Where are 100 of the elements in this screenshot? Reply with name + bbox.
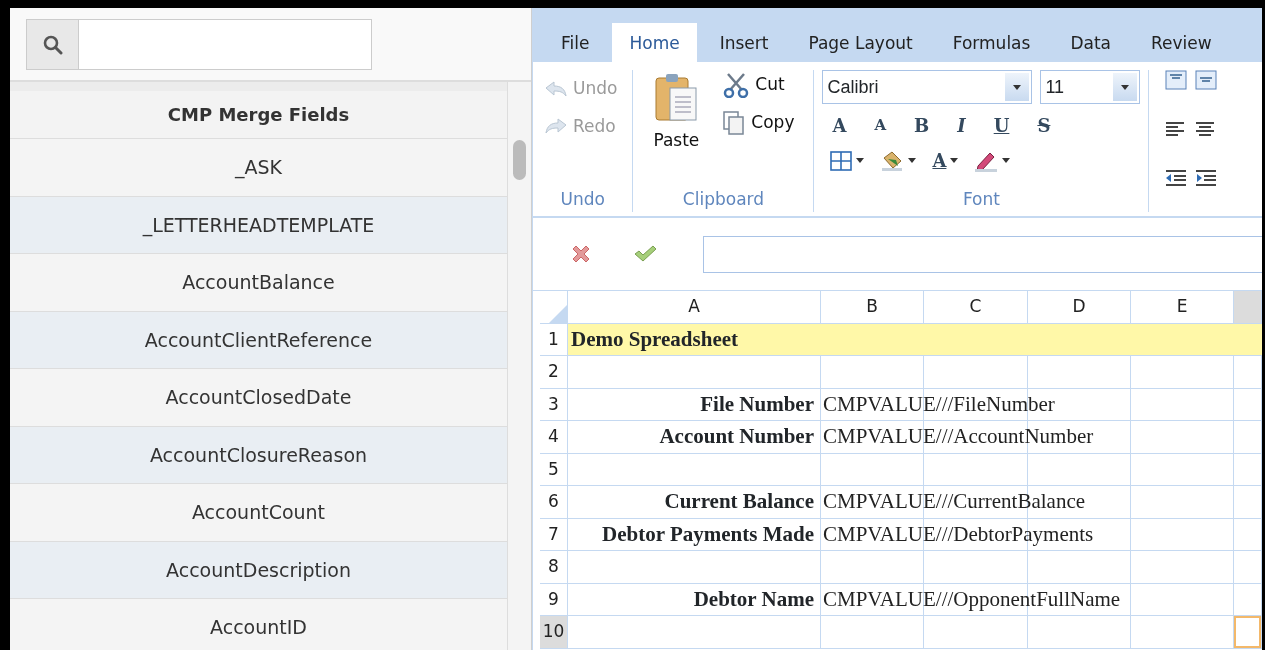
grid-cell[interactable]: Current Balance [568,486,821,519]
merge-field-item[interactable]: AccountClosureReason [10,426,507,484]
merge-field-item[interactable]: AccountClientReference [10,311,507,369]
column-header[interactable]: C [924,291,1028,324]
dropdown-caret-icon[interactable] [856,158,865,163]
merge-field-item[interactable]: AccountBalance [10,254,507,312]
ribbon-tab[interactable]: Page Layout [791,22,930,62]
row-header[interactable]: 7 [540,518,568,551]
copy-button[interactable]: Copy [719,108,799,138]
grid-cell[interactable] [568,356,821,389]
grid-cell[interactable] [1131,616,1234,649]
dropdown-caret-icon[interactable] [1002,158,1011,163]
grid-cell[interactable] [1131,356,1234,389]
row-header[interactable]: 2 [540,356,568,389]
font-name-select[interactable]: Calibri [822,70,1033,104]
grid-cell[interactable]: Debtor Payments Made [568,518,821,551]
grid-cell[interactable] [1234,453,1262,486]
ribbon-tab[interactable]: Review [1134,22,1229,62]
align-center-icon[interactable] [1195,121,1216,138]
align-top-icon[interactable] [1165,70,1188,90]
grid-cell[interactable]: File Number [568,388,821,421]
cell-value[interactable]: CMPVALUE///FileNumber [821,388,1262,421]
grid-cell[interactable] [1131,453,1234,486]
grid-cell[interactable]: Account Number [568,421,821,454]
column-header[interactable]: A [568,291,821,324]
align-left-icon[interactable] [1165,121,1186,138]
ribbon-tab[interactable]: File [544,22,607,62]
underline-button[interactable]: U [987,112,1016,139]
grid-cell[interactable] [821,551,924,584]
grid-cell[interactable] [924,356,1028,389]
merge-field-item[interactable]: AccountDescription [10,541,507,599]
select-all-corner-icon[interactable] [549,304,567,323]
merge-field-item[interactable]: AccountClosedDate [10,369,507,427]
paint-bucket-icon[interactable] [880,149,905,172]
indent-icon[interactable] [1195,168,1218,189]
scrollbar-thumb[interactable] [513,140,526,180]
formula-input[interactable] [703,235,1262,273]
merge-field-item[interactable]: AccountCount [10,484,507,542]
column-header[interactable]: B [821,291,924,324]
merge-field-item[interactable]: _LETTERHEADTEMPLATE [10,196,507,254]
row-header[interactable]: 4 [540,421,568,454]
grid-cell[interactable] [1234,551,1262,584]
grid-cell[interactable] [821,616,924,649]
group-label: Font [961,187,1001,211]
font-color-button[interactable]: A [932,147,947,174]
merge-field-item[interactable]: AccountID [10,599,507,650]
search-field[interactable] [26,19,372,70]
row-header[interactable]: 6 [540,486,568,519]
row-header[interactable]: 1 [540,323,568,356]
borders-icon[interactable] [830,150,853,171]
cell-value[interactable]: CMPVALUE///CurrentBalance [821,486,1262,519]
grid-cell[interactable] [1028,616,1131,649]
dropdown-caret-icon [1013,84,1022,90]
font-size-select[interactable]: 11 [1040,70,1141,104]
field-label: Debtor Name [693,585,814,613]
column-header[interactable]: D [1028,291,1131,324]
row-header[interactable]: 10 [540,616,568,649]
active-cell[interactable] [1234,616,1262,649]
grid-cell[interactable] [924,616,1028,649]
grid-cell[interactable] [1131,551,1234,584]
grid-cell[interactable] [821,356,924,389]
cell-value[interactable]: CMPVALUE///OpponentFullName [821,583,1262,616]
ribbon-tab[interactable]: Home [612,22,697,62]
column-header[interactable] [1234,291,1262,324]
row-header[interactable]: 3 [540,388,568,421]
grid-cell[interactable] [1028,356,1131,389]
bold-button[interactable]: B [908,112,936,139]
dropdown-caret-icon[interactable] [908,158,917,163]
ribbon-tab[interactable]: Insert [702,22,786,62]
grid-cell[interactable] [1234,356,1262,389]
dropdown-caret-icon[interactable] [950,158,959,163]
column-header[interactable]: E [1131,291,1234,324]
grid-cell[interactable] [1028,551,1131,584]
merge-field-item[interactable]: _ASK [10,139,507,197]
grid-cell[interactable] [568,453,821,486]
align-middle-icon[interactable] [1195,70,1218,90]
italic-button[interactable]: I [951,112,972,139]
grid-cell[interactable]: Debtor Name [568,583,821,616]
grow-font-button[interactable]: A [826,112,853,139]
grid-cell[interactable] [568,616,821,649]
grid-cell[interactable] [924,551,1028,584]
cut-button[interactable]: Cut [719,70,799,100]
outdent-icon[interactable] [1165,168,1188,189]
grid-cell[interactable] [1028,453,1131,486]
field-label: Account Number [659,423,814,450]
strikethrough-button[interactable]: S [1031,112,1057,139]
row-header[interactable]: 9 [540,583,568,616]
grid-cell[interactable] [924,453,1028,486]
paste-button[interactable]: Paste [649,70,704,156]
cell-value[interactable]: CMPVALUE///DebtorPayments [821,518,1262,551]
row-header[interactable]: 5 [540,453,568,486]
ribbon-tab[interactable]: Formulas [935,22,1048,62]
cell-value[interactable]: CMPVALUE///AccountNumber [821,421,1262,454]
grid-cell[interactable] [821,453,924,486]
row-header[interactable]: 8 [540,551,568,584]
confirm-icon[interactable] [633,244,657,264]
shrink-font-button[interactable]: A [868,112,893,139]
undo-icon [545,80,567,97]
ribbon-tab[interactable]: Data [1053,22,1128,62]
grid-cell[interactable] [568,551,821,584]
